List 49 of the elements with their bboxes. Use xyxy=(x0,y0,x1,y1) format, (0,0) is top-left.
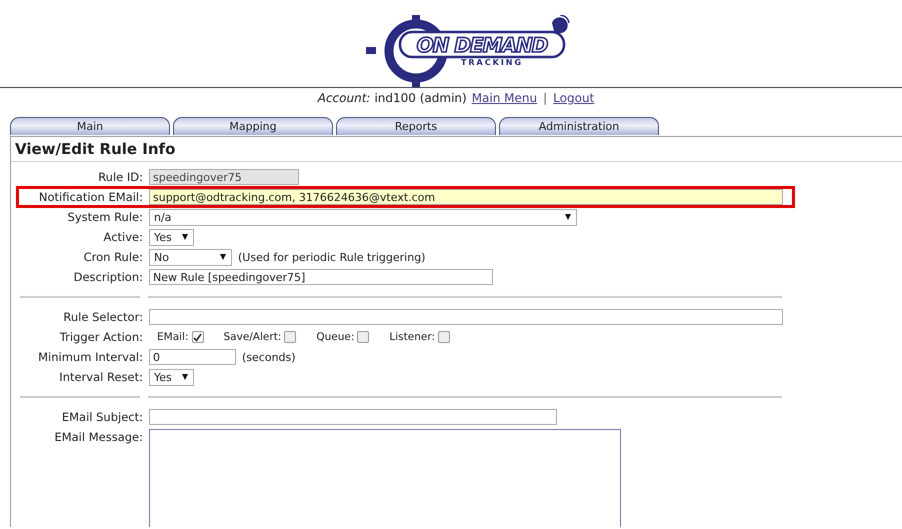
tab[interactable]: Reports xyxy=(336,117,496,135)
dropdown[interactable]: Yes xyxy=(149,228,194,246)
link-separator: | xyxy=(543,91,548,105)
input-field[interactable]: New Rule [speedingover75] xyxy=(149,269,493,285)
field-label: Minimum Interval: xyxy=(37,350,144,364)
logo-tagline: TRACKING xyxy=(460,58,524,67)
field-label: Trigger Action: xyxy=(58,330,144,344)
caret-icon xyxy=(182,374,188,380)
checkbox[interactable] xyxy=(192,331,204,343)
checkbox[interactable] xyxy=(357,331,370,343)
checkbox-label: EMail: xyxy=(157,331,188,343)
input-field[interactable]: support@odtracking.com, 3176624636@vtext.com xyxy=(149,189,783,205)
field-hint: (Used for periodic Rule triggering) xyxy=(238,250,426,264)
field-label: Cron Rule: xyxy=(82,250,144,264)
field-label: EMail Subject: xyxy=(60,410,144,424)
checkbox-label: Save/Alert: xyxy=(224,331,282,343)
tab[interactable]: Administration xyxy=(499,117,659,135)
field-label: EMail Message: xyxy=(53,429,144,444)
input-field[interactable] xyxy=(149,409,557,425)
checkbox-label: Queue: xyxy=(316,331,354,343)
message-field[interactable] xyxy=(149,429,621,527)
logo-text: ON DEMAND xyxy=(416,33,548,57)
input-field[interactable]: 0 xyxy=(149,349,236,365)
field-label: Interval Reset: xyxy=(58,370,144,384)
checkbox[interactable] xyxy=(438,331,450,343)
dropdown[interactable]: n/a xyxy=(149,208,577,226)
field-label: Description: xyxy=(72,270,144,284)
page-title: View/Edit Rule Info xyxy=(11,137,902,162)
logout-link[interactable]: Logout xyxy=(553,91,594,105)
caret-icon xyxy=(565,214,571,220)
checkbox-label: Listener: xyxy=(389,331,435,343)
field-label: Active: xyxy=(102,230,144,244)
field-label: Notification EMail: xyxy=(38,190,144,204)
account-name: ind100 (admin) xyxy=(374,91,467,105)
input-field[interactable] xyxy=(149,309,783,325)
main-menu-link[interactable]: Main Menu xyxy=(472,91,538,105)
field-label: Rule Selector: xyxy=(62,310,144,324)
tab[interactable]: Main xyxy=(10,117,170,135)
account-label: Account: xyxy=(318,91,370,105)
caret-icon xyxy=(182,234,188,240)
field-label: System Rule: xyxy=(66,210,144,224)
logo-icon xyxy=(366,15,570,87)
dropdown[interactable]: Yes xyxy=(149,368,194,386)
field-hint: (seconds) xyxy=(242,350,296,364)
field-label: Rule ID: xyxy=(97,170,144,184)
caret-icon xyxy=(220,254,226,260)
dropdown[interactable]: No xyxy=(149,248,232,266)
checkbox[interactable] xyxy=(284,331,296,343)
tab[interactable]: Mapping xyxy=(173,117,333,135)
